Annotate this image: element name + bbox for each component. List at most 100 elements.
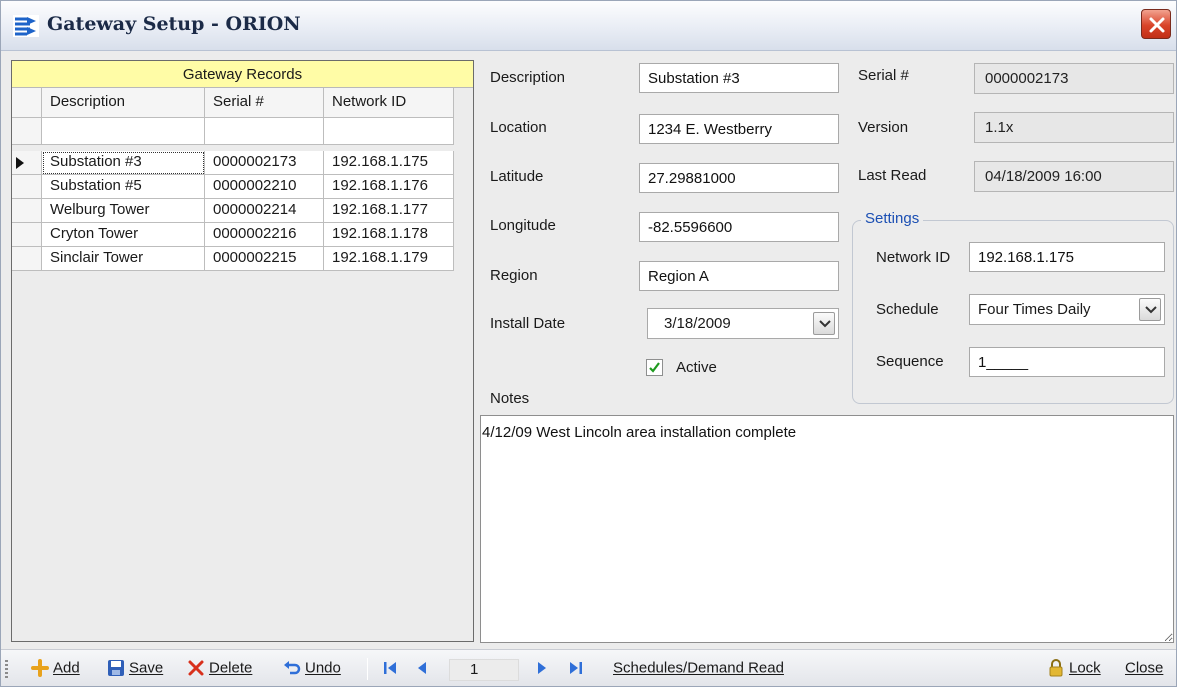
add-label: Add xyxy=(53,659,80,677)
longitude-label: Longitude xyxy=(490,217,556,234)
row-selector[interactable] xyxy=(12,199,42,223)
row-selector[interactable] xyxy=(12,247,42,271)
cell-serial[interactable]: 0000002173 xyxy=(205,151,324,175)
version-label: Version xyxy=(858,119,909,136)
undo-arrow-icon xyxy=(283,659,301,677)
row-selector[interactable] xyxy=(12,223,42,247)
last-read-value: 04/18/2009 16:00 xyxy=(974,161,1174,192)
close-label: Close xyxy=(1125,659,1164,677)
chevron-down-icon xyxy=(1145,306,1157,314)
schedule-dropdown-button[interactable] xyxy=(1139,298,1161,321)
description-field[interactable] xyxy=(639,63,839,93)
plus-icon xyxy=(31,659,49,678)
latitude-label: Latitude xyxy=(490,168,544,185)
table-row[interactable]: Cryton Tower 0000002216 192.168.1.178 xyxy=(12,223,473,247)
first-record-icon xyxy=(381,659,399,677)
undo-label: Undo xyxy=(305,659,341,677)
table-row[interactable]: Welburg Tower 0000002214 192.168.1.177 xyxy=(12,199,473,223)
serial-value: 0000002173 xyxy=(974,63,1174,94)
active-label[interactable]: Active xyxy=(676,359,717,376)
lock-button[interactable]: Lock xyxy=(1047,659,1101,681)
floppy-disk-icon xyxy=(107,659,125,677)
column-header-serial[interactable]: Serial # xyxy=(205,88,324,118)
cell-network-id[interactable]: 192.168.1.176 xyxy=(324,175,454,199)
schedule-value: Four Times Daily xyxy=(978,301,1091,318)
window-title: Gateway Setup - ORION xyxy=(47,13,301,35)
region-field[interactable] xyxy=(639,261,839,291)
cell-description[interactable]: Cryton Tower xyxy=(42,223,205,247)
notes-textarea[interactable]: 4/12/09 West Lincoln area installation c… xyxy=(480,415,1174,643)
column-header-description[interactable]: Description xyxy=(42,88,205,118)
cell-serial[interactable]: 0000002216 xyxy=(205,223,324,247)
previous-arrow-icon xyxy=(413,659,431,677)
gateway-records-grid[interactable]: Gateway Records Description Serial # Net… xyxy=(11,60,474,642)
window-close-button[interactable] xyxy=(1141,9,1171,39)
cell-description[interactable]: Sinclair Tower xyxy=(42,247,205,271)
active-checkbox[interactable] xyxy=(646,359,663,376)
lock-label: Lock xyxy=(1069,659,1101,677)
sequence-field[interactable] xyxy=(969,347,1165,377)
title-bar[interactable]: Gateway Setup - ORION xyxy=(1,1,1176,51)
last-read-label: Last Read xyxy=(858,167,927,184)
network-id-field[interactable] xyxy=(969,242,1165,272)
cell-description[interactable]: Substation #3 xyxy=(42,151,205,175)
cell-serial[interactable]: 0000002215 xyxy=(205,247,324,271)
add-button[interactable]: Add xyxy=(31,659,80,681)
latitude-field[interactable] xyxy=(639,163,839,193)
first-record-button[interactable] xyxy=(381,659,403,681)
grid-rows: Substation #3 0000002173 192.168.1.175 S… xyxy=(12,151,473,271)
cell-network-id[interactable]: 192.168.1.175 xyxy=(324,151,454,175)
row-selector[interactable] xyxy=(12,151,42,175)
filter-serial[interactable] xyxy=(205,118,324,145)
previous-record-button[interactable] xyxy=(413,659,435,681)
record-position-field[interactable]: 1 xyxy=(449,659,519,681)
cell-description[interactable]: Substation #5 xyxy=(42,175,205,199)
table-row[interactable]: Substation #3 0000002173 192.168.1.175 xyxy=(12,151,473,175)
gateway-setup-window: Gateway Setup - ORION Gateway Records De… xyxy=(0,0,1177,687)
schedule-select[interactable]: Four Times Daily xyxy=(969,294,1165,325)
save-label: Save xyxy=(129,659,164,677)
grid-caption: Gateway Records xyxy=(12,61,473,88)
install-date-picker[interactable]: 3/18/2009 xyxy=(647,308,839,339)
cell-network-id[interactable]: 192.168.1.179 xyxy=(324,247,454,271)
region-label: Region xyxy=(490,267,538,284)
column-header-network-id[interactable]: Network ID xyxy=(324,88,454,118)
toolbar-separator xyxy=(367,658,368,680)
filter-network-id[interactable] xyxy=(324,118,454,145)
close-icon xyxy=(1149,17,1165,33)
install-date-value: 3/18/2009 xyxy=(664,315,731,332)
toolbar-grip[interactable] xyxy=(5,660,8,678)
longitude-field[interactable] xyxy=(639,212,839,242)
record-toolbar: Add Save Delete Undo 1 Schedules/Demand … xyxy=(1,649,1176,686)
install-date-dropdown-button[interactable] xyxy=(813,312,835,335)
next-record-button[interactable] xyxy=(533,659,555,681)
serial-label: Serial # xyxy=(858,67,909,84)
row-selector[interactable] xyxy=(12,175,42,199)
undo-button[interactable]: Undo xyxy=(283,659,341,681)
install-date-label: Install Date xyxy=(490,315,566,332)
cell-serial[interactable]: 0000002210 xyxy=(205,175,324,199)
checkmark-icon xyxy=(649,362,660,373)
current-row-arrow-icon xyxy=(16,157,24,169)
next-arrow-icon xyxy=(533,659,551,677)
table-row[interactable]: Sinclair Tower 0000002215 192.168.1.179 xyxy=(12,247,473,271)
close-button[interactable]: Close xyxy=(1125,659,1163,681)
cell-serial[interactable]: 0000002214 xyxy=(205,199,324,223)
description-label: Description xyxy=(490,69,566,86)
table-row[interactable]: Substation #5 0000002210 192.168.1.176 xyxy=(12,175,473,199)
save-button[interactable]: Save xyxy=(107,659,163,681)
location-field[interactable] xyxy=(639,114,839,144)
cell-description[interactable]: Welburg Tower xyxy=(42,199,205,223)
grid-filter-row xyxy=(12,118,473,145)
cell-network-id[interactable]: 192.168.1.177 xyxy=(324,199,454,223)
delete-label: Delete xyxy=(209,659,253,677)
schedule-label: Schedule xyxy=(876,301,939,318)
schedules-demand-read-button[interactable]: Schedules/Demand Read xyxy=(613,659,784,681)
filter-description[interactable] xyxy=(42,118,205,145)
delete-button[interactable]: Delete xyxy=(187,659,252,681)
filter-selector xyxy=(12,118,42,145)
cell-network-id[interactable]: 192.168.1.178 xyxy=(324,223,454,247)
last-record-button[interactable] xyxy=(567,659,589,681)
delete-x-icon xyxy=(187,659,205,677)
location-label: Location xyxy=(490,119,547,136)
